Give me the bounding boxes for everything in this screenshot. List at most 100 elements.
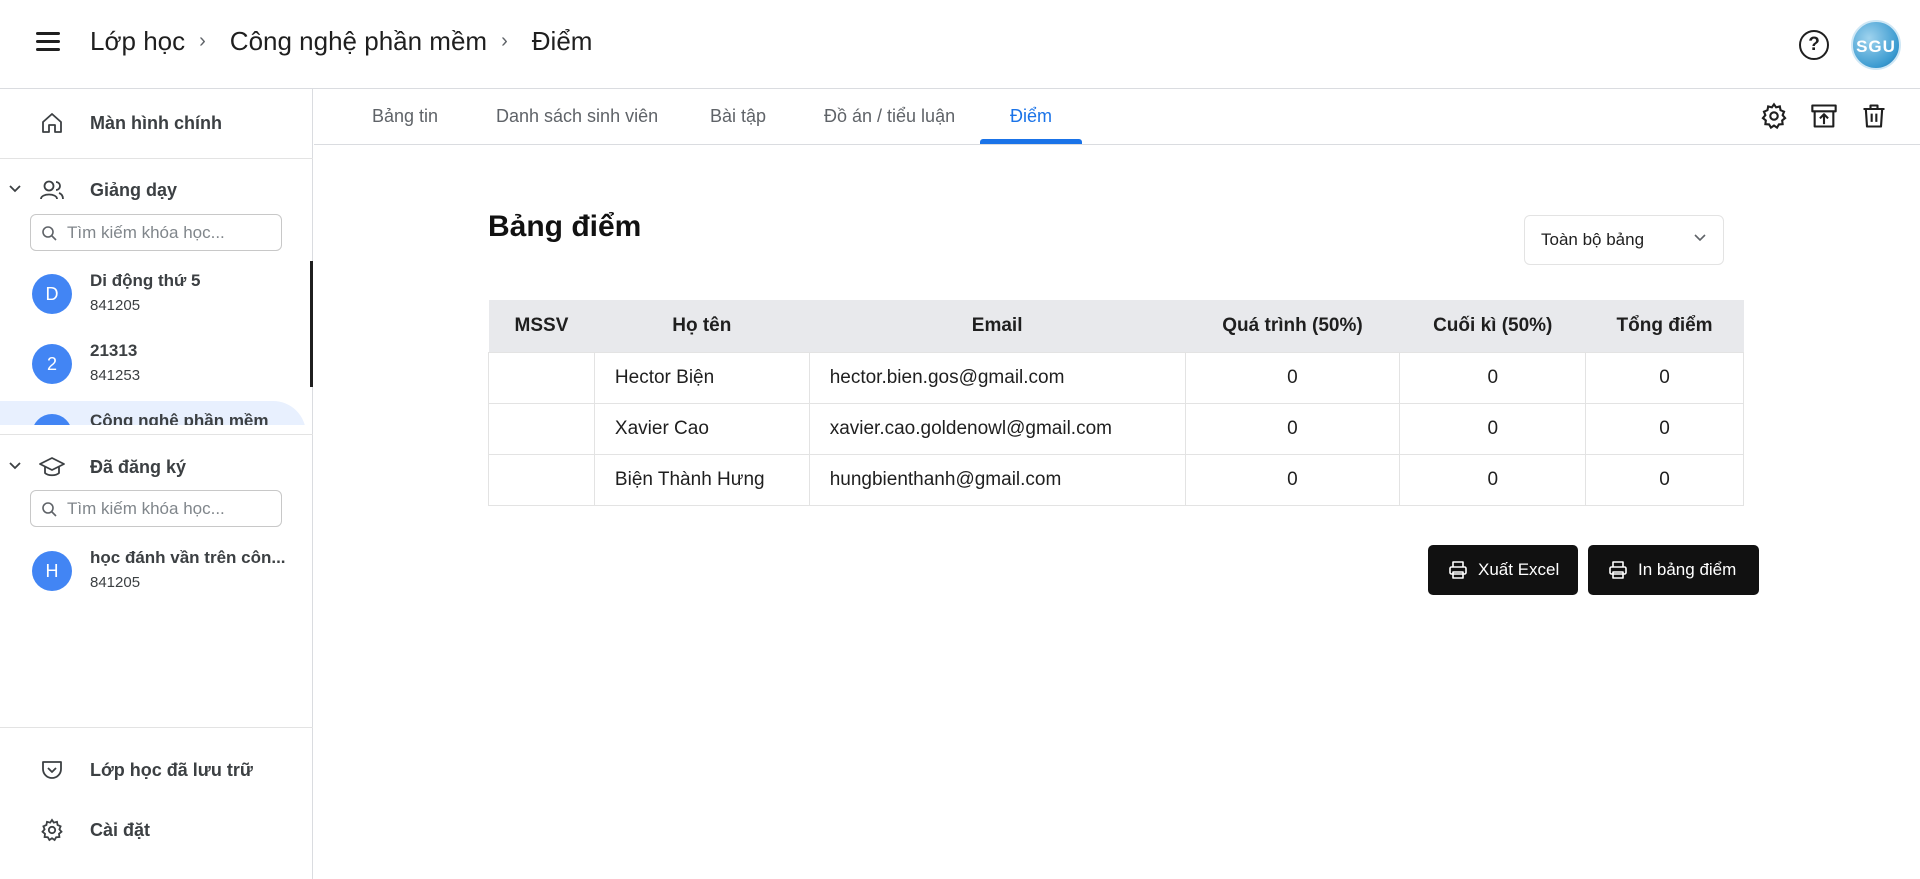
print-grades-label: In bảng điểm <box>1638 560 1737 579</box>
sidebar-item-label: Cài đặt <box>90 819 151 840</box>
cell-email: xavier.cao.goldenowl@gmail.com <box>808 402 1186 455</box>
cell-mssv <box>488 402 595 455</box>
breadcrumb-classes[interactable]: Lớp học <box>90 26 185 57</box>
table-row: Hector Biện hector.bien.gos@gmail.com 0 … <box>488 351 1744 404</box>
sidebar-item-label: Đã đăng ký <box>90 456 187 477</box>
tab-grades[interactable]: Điểm <box>1010 89 1052 145</box>
cell-email: hungbienthanh@gmail.com <box>808 453 1186 506</box>
column-header: MSSV <box>488 300 595 352</box>
course-avatar: 2 <box>32 344 72 384</box>
view-select[interactable]: Toàn bộ bảng <box>1524 215 1724 265</box>
tab-assignments[interactable]: Bài tập <box>710 89 766 145</box>
cell-total: 0 <box>1585 453 1744 506</box>
grade-table: MSSV Họ tên Email Quá trình (50%) Cuối k… <box>488 300 1744 506</box>
chevron-down-icon <box>8 459 22 476</box>
list-item[interactable]: H học đánh vần trên côn... 841205 <box>0 538 313 604</box>
course-code: 841253 <box>90 367 141 384</box>
divider <box>0 434 313 435</box>
course-avatar: D <box>32 274 72 314</box>
sidebar-item-label: Màn hình chính <box>90 112 222 133</box>
chevron-right-icon: › <box>199 30 206 52</box>
section-teaching[interactable]: Giảng dạy <box>0 166 313 214</box>
printer-icon <box>1449 561 1467 579</box>
people-icon <box>38 176 66 204</box>
cell-name: Hector Biện <box>593 351 810 404</box>
cell-total: 0 <box>1585 402 1744 455</box>
trash-icon[interactable] <box>1858 100 1890 132</box>
column-header: Họ tên <box>594 300 810 352</box>
course-name: Công nghệ phần mềm <box>90 411 269 425</box>
divider <box>0 158 313 159</box>
cell-mssv <box>488 351 595 404</box>
tab-projects[interactable]: Đồ án / tiểu luận <box>824 89 955 145</box>
column-header: Cuối kì (50%) <box>1399 300 1586 352</box>
sidebar: Màn hình chính Giảng dạy D Di động thứ 5… <box>0 89 313 879</box>
cell-name: Xavier Cao <box>593 402 810 455</box>
scrollbar[interactable] <box>310 261 313 387</box>
sidebar-item-main-screen[interactable]: Màn hình chính <box>0 99 313 147</box>
archive-upload-icon[interactable] <box>1808 100 1840 132</box>
view-select-value: Toàn bộ bảng <box>1541 230 1645 249</box>
cell-email: hector.bien.gos@gmail.com <box>808 351 1186 404</box>
tab-news[interactable]: Bảng tin <box>372 89 438 145</box>
course-avatar: C <box>32 414 72 425</box>
column-header: Email <box>809 300 1186 352</box>
page-title: Bảng điểm <box>488 210 642 243</box>
list-item-active[interactable]: C Công nghệ phần mềm <box>0 401 306 425</box>
cell-name: Biện Thành Hưng <box>593 453 810 506</box>
breadcrumb-current: Điểm <box>531 26 593 56</box>
chevron-down-icon <box>8 182 22 199</box>
gear-icon[interactable] <box>1758 100 1790 132</box>
course-code: 841205 <box>90 297 141 314</box>
teaching-course-list: D Di động thứ 5 841205 2 21313 841253 C … <box>0 261 313 425</box>
cell-mssv <box>488 453 595 506</box>
archive-pocket-icon <box>38 756 66 784</box>
course-name: 21313 <box>90 341 138 360</box>
export-excel-label: Xuất Excel <box>1478 560 1560 579</box>
list-item[interactable]: 2 21313 841253 <box>0 331 313 397</box>
divider <box>0 727 313 728</box>
help-icon[interactable]: ? <box>1799 30 1829 60</box>
active-tab-indicator <box>980 139 1082 144</box>
course-name: học đánh vần trên côn... <box>90 548 286 567</box>
menu-icon[interactable] <box>36 32 64 56</box>
enrolled-search-input[interactable] <box>67 498 267 519</box>
sidebar-item-settings[interactable]: Cài đặt <box>0 806 313 854</box>
course-code: 841205 <box>90 574 141 591</box>
teaching-search-field[interactable] <box>30 214 282 251</box>
column-header: Quá trình (50%) <box>1185 300 1400 352</box>
sidebar-item-label: Giảng dạy <box>90 179 178 200</box>
sidebar-item-archived[interactable]: Lớp học đã lưu trữ <box>0 746 313 794</box>
graduation-cap-icon <box>38 453 66 481</box>
course-name: Di động thứ 5 <box>90 271 201 290</box>
cell-process: 0 <box>1184 351 1401 404</box>
table-header-row: MSSV Họ tên Email Quá trình (50%) Cuối k… <box>488 300 1744 352</box>
top-bar: Lớp học › Công nghệ phần mềm › Điểm ? SG… <box>0 0 1920 89</box>
cell-total: 0 <box>1585 351 1744 404</box>
course-avatar: H <box>32 551 72 591</box>
sidebar-item-label: Lớp học đã lưu trữ <box>90 759 253 780</box>
search-icon <box>42 501 57 517</box>
cell-final: 0 <box>1399 351 1587 404</box>
breadcrumb-course[interactable]: Công nghệ phần mềm <box>230 26 487 57</box>
chevron-down-icon <box>1693 230 1707 249</box>
chevron-right-icon: › <box>501 30 508 52</box>
teaching-search-input[interactable] <box>67 222 267 243</box>
home-icon <box>38 109 66 137</box>
list-item[interactable]: D Di động thứ 5 841205 <box>0 261 313 327</box>
cell-final: 0 <box>1399 402 1587 455</box>
search-icon <box>42 225 57 241</box>
table-row: Xavier Cao xavier.cao.goldenowl@gmail.co… <box>488 402 1744 455</box>
tab-students[interactable]: Danh sách sinh viên <box>496 89 658 145</box>
table-row: Biện Thành Hưng hungbienthanh@gmail.com … <box>488 453 1744 506</box>
cell-process: 0 <box>1184 453 1401 506</box>
cell-process: 0 <box>1184 402 1401 455</box>
export-excel-button[interactable]: Xuất Excel <box>1428 545 1578 595</box>
enrolled-search-field[interactable] <box>30 490 282 527</box>
avatar[interactable]: SGU <box>1851 20 1901 70</box>
tab-bar: Bảng tin Danh sách sinh viên Bài tập Đồ … <box>314 89 1920 145</box>
gear-icon <box>38 816 66 844</box>
cell-final: 0 <box>1399 453 1587 506</box>
print-grades-button[interactable]: In bảng điểm <box>1588 545 1759 595</box>
section-enrolled[interactable]: Đã đăng ký <box>0 443 313 491</box>
